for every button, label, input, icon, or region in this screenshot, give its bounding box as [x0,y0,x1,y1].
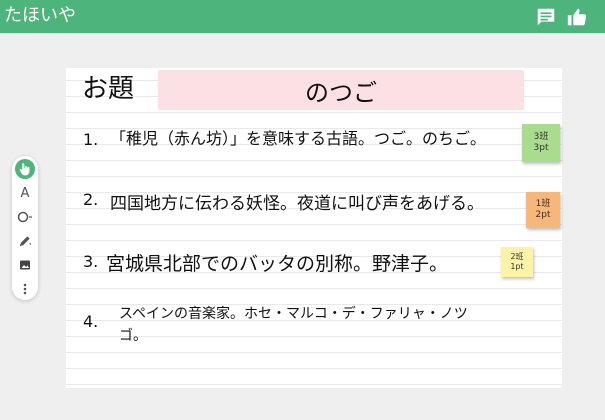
drawing-toolbar: A [12,156,38,300]
team-tag-3-group: 2班 [510,252,524,261]
odai-label: お題 [82,74,135,104]
image-tool-icon[interactable] [15,255,35,275]
comment-icon[interactable] [534,5,558,29]
theme-word: のつご [305,78,377,107]
team-tag-3[interactable]: 2班 1pt [501,247,533,277]
app-header: たほいや [0,0,605,33]
team-tag-1-points: 3pt [533,143,549,153]
team-tag-1[interactable]: 3班 3pt [522,124,560,162]
question-2-text: 四国地方に伝わる妖怪。夜道に叫び声をあげる。 [110,194,484,214]
app-title: たほいや [4,5,76,26]
team-tag-1-group: 3班 [533,132,549,142]
team-tag-2[interactable]: 1班 2pt [526,192,560,228]
question-3-number: 3. [83,252,99,271]
text-tool-icon[interactable]: A [15,183,35,203]
team-tag-2-group: 1班 [535,199,551,209]
question-1-number: 1. [83,130,99,149]
question-3-text: 宮城県北部でのバッタの別称。野津子。 [106,253,449,275]
question-4-text-line2: ゴ。 [119,328,147,344]
hand-pointer-icon[interactable] [15,159,35,179]
pen-tool-icon[interactable] [15,231,35,251]
question-2-number: 2. [83,190,99,209]
more-icon[interactable] [15,279,35,299]
whiteboard[interactable]: お題 のつご 1. 「稚児（赤ん坊）」を意味する古語。つご。のちご。 3班 3p… [66,68,562,388]
shape-tool-icon[interactable] [15,207,35,227]
team-tag-2-points: 2pt [535,210,551,220]
theme-word-box: のつご [158,70,524,110]
team-tag-3-points: 1pt [510,262,524,271]
question-4-number: 4. [83,312,99,331]
question-1-text: 「稚児（赤ん坊）」を意味する古語。つご。のちご。 [110,129,487,148]
question-4-text-line1: スペインの音楽家。ホセ・マルコ・デ・ファリャ・ノツ [119,306,468,322]
thumbs-up-icon[interactable] [565,5,589,29]
